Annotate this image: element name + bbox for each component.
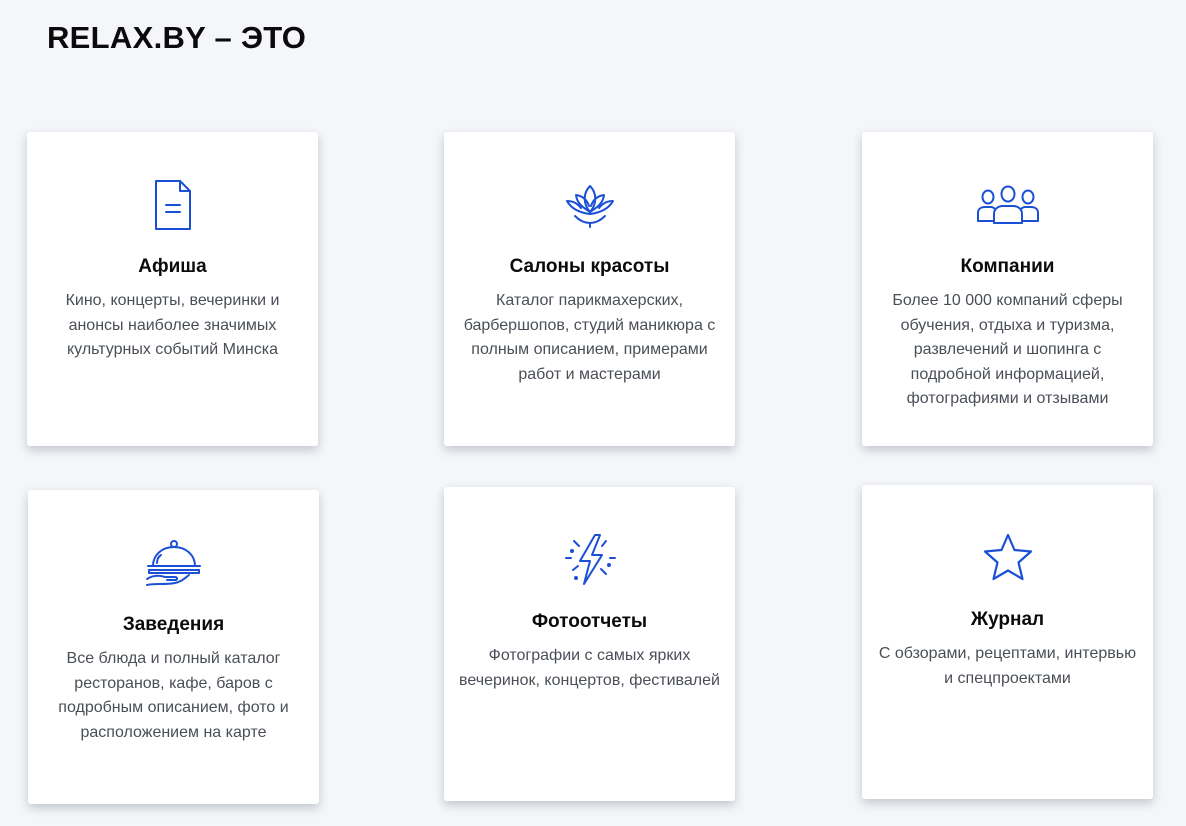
card-title: Компании [960,256,1055,277]
card-journal[interactable]: Журнал С обзорами, рецептами, интервью и… [862,485,1153,799]
card-title: Фотоотчеты [531,611,648,632]
card-description: Фотографии с самых ярких вечеринок, конц… [459,647,720,689]
card-companies[interactable]: Компании Более 10 000 компаний сферы обу… [862,132,1153,446]
card-title: Афиша [138,256,207,277]
card-description: Кино, концерты, вечеринки и анонсы наибо… [65,292,280,358]
card-afisha[interactable]: Афиша Кино, концерты, вечеринки и анонсы… [27,132,318,446]
card-description: Более 10 000 компаний сферы обучения, от… [892,292,1123,407]
card-title: Салоны красоты [509,256,670,277]
card-description: Каталог парикмахерских, барбершопов, сту… [463,292,716,383]
card-title: Заведения [122,614,225,635]
serving-cloche-icon [141,534,207,592]
lotus-icon [557,176,623,234]
card-description: С обзорами, рецептами, интервью и спецпр… [878,645,1137,687]
card-venues[interactable]: Заведения Все блюда и полный каталог рес… [28,490,319,804]
card-title: Журнал [970,609,1045,630]
page-title: RELAX.BY – ЭТО [47,20,307,55]
star-icon [975,529,1041,587]
lightning-sparkle-icon [557,531,623,589]
people-group-icon [975,176,1041,234]
card-photo-reports[interactable]: Фотоотчеты Фотографии с самых ярких вече… [444,487,735,801]
card-description: Все блюда и полный каталог ресторанов, к… [58,650,289,741]
document-icon [140,176,206,234]
card-beauty-salons[interactable]: Салоны красоты Каталог парикмахерских, б… [444,132,735,446]
